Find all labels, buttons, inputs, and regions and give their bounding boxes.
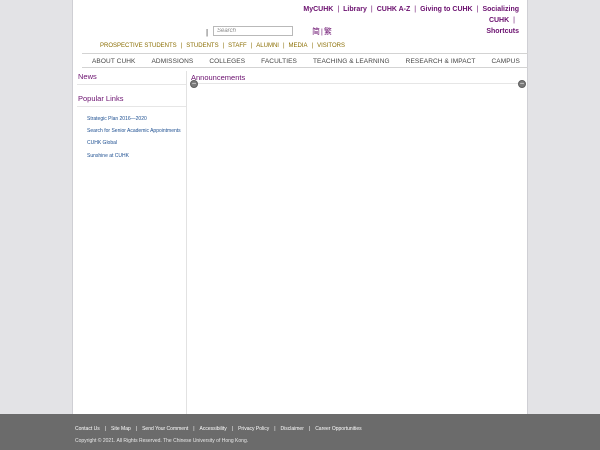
popular-link-cuhk-global[interactable]: CUHK Global	[87, 137, 186, 149]
footer-link-comment[interactable]: Send Your Comment	[142, 426, 188, 432]
nav-item-research[interactable]: RESEARCH & IMPACT	[406, 57, 476, 65]
footer-link-disclaimer[interactable]: Disclaimer	[281, 426, 304, 432]
nav-item-teaching[interactable]: TEACHING & LEARNING	[313, 57, 390, 65]
popular-link-senior-appointments[interactable]: Search for Senior Academic Appointments	[87, 125, 186, 137]
audience-link-alumni[interactable]: ALUMNI	[256, 43, 279, 49]
collapse-left-icon[interactable]: −	[190, 80, 198, 88]
language-switch: 简|繁	[312, 27, 332, 36]
audience-link-visitors[interactable]: VISITORS	[317, 43, 345, 49]
collapse-right-icon[interactable]: −	[518, 80, 526, 88]
audience-link-media[interactable]: MEDIA	[289, 43, 308, 49]
footer-link-sitemap[interactable]: Site Map	[111, 426, 131, 432]
nav-item-admissions[interactable]: ADMISSIONS	[152, 57, 194, 65]
audience-link-staff[interactable]: STAFF	[228, 43, 247, 49]
top-link-cuhk-a-z[interactable]: CUHK A-Z	[377, 6, 411, 13]
footer-links: Contact Us | Site Map | Send Your Comment | Ac…	[75, 426, 362, 432]
announcements-divider	[190, 83, 526, 84]
top-link-library[interactable]: Library	[343, 6, 367, 13]
main-nav: ABOUT CUHK ADMISSIONS COLLEGES FACULTIES…	[82, 53, 528, 68]
nav-item-campus[interactable]: CAMPUS	[492, 57, 520, 65]
footer-link-careers[interactable]: Career Opportunities	[315, 426, 361, 432]
audience-link-prospective[interactable]: PROSPECTIVE STUDENTS	[100, 43, 177, 49]
popular-link-sunshine[interactable]: Sunshine at CUHK	[87, 150, 186, 162]
lang-simplified-link[interactable]: 简	[312, 27, 320, 36]
nav-item-faculties[interactable]: FACULTIES	[261, 57, 297, 65]
audience-link-students[interactable]: STUDENTS	[186, 43, 218, 49]
footer: Contact Us | Site Map | Send Your Comment | Ac…	[0, 414, 600, 450]
footer-link-accessibility[interactable]: Accessibility	[200, 426, 227, 432]
footer-link-contact[interactable]: Contact Us	[75, 426, 100, 432]
copyright-text: Copyright © 2021. All Rights Reserved. T…	[75, 438, 249, 444]
top-link-mycuhk[interactable]: MyCUHK	[303, 6, 333, 13]
footer-link-privacy[interactable]: Privacy Policy	[238, 426, 269, 432]
announcements-heading: Announcements	[191, 73, 246, 82]
nav-item-colleges[interactable]: COLLEGES	[209, 57, 245, 65]
top-link-giving[interactable]: Giving to CUHK	[420, 6, 473, 13]
search-input[interactable]	[213, 26, 293, 36]
popular-links-heading: Popular Links	[77, 93, 186, 107]
news-heading[interactable]: News	[77, 71, 186, 85]
nav-item-about[interactable]: ABOUT CUHK	[92, 57, 136, 65]
lang-traditional-link[interactable]: 繁	[324, 27, 332, 36]
sidebar: News Popular Links Strategic Plan 2016—2…	[77, 71, 187, 414]
page-container: MyCUHK | Library | CUHK A-Z | Giving to CUHK | S…	[72, 0, 528, 414]
popular-link-strategic-plan[interactable]: Strategic Plan 2016—2020	[87, 113, 186, 125]
top-link-shortcuts[interactable]: Shortcuts	[486, 28, 519, 35]
search-separator: |	[206, 28, 209, 37]
audience-links: PROSPECTIVE STUDENTS | STUDENTS | STAFF | ALUM…	[100, 43, 345, 49]
popular-links-list: Strategic Plan 2016—2020 Search for Seni…	[77, 113, 186, 162]
